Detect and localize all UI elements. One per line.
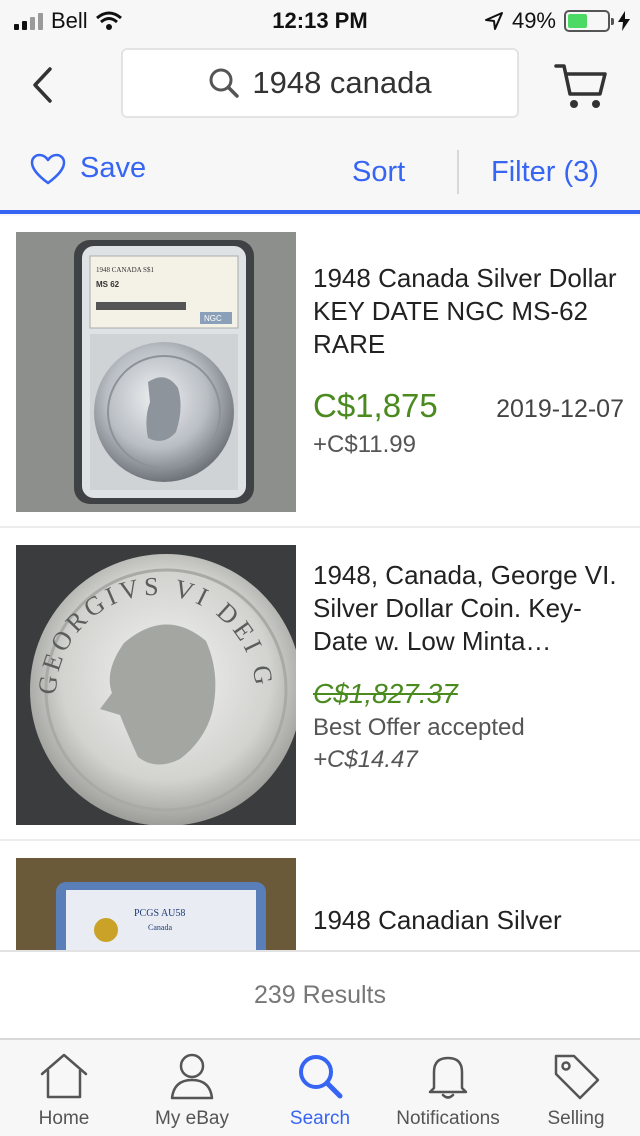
tab-selling[interactable]: Selling: [512, 1052, 640, 1130]
search-icon: [299, 1055, 343, 1099]
status-bar: Bell 12:13 PM 49%: [0, 0, 640, 40]
back-button[interactable]: [24, 62, 60, 108]
battery-percent: 49%: [511, 8, 556, 33]
list-item[interactable]: GEORGIVS VI DEI GRATIA REX 1948, Canada,…: [0, 529, 640, 841]
search-icon: [209, 68, 240, 98]
list-item[interactable]: PCGS AU58 Canada 1948 Canadian Silver: [0, 842, 640, 950]
tab-label: Selling: [547, 1108, 605, 1129]
location-arrow-icon: [484, 12, 503, 30]
results-toolbar: Save Sort Filter (3): [0, 132, 640, 214]
battery-icon: [564, 10, 614, 32]
tab-bar: Home My eBay Search Notifications Sellin…: [0, 1038, 640, 1136]
item-price-sold: C$1,827.37: [313, 678, 458, 709]
save-label: Save: [80, 152, 147, 184]
tab-my-ebay[interactable]: My eBay: [128, 1052, 256, 1130]
results-count: 239 Results: [253, 980, 387, 1009]
tab-label: My eBay: [155, 1108, 229, 1129]
item-price: C$1,875: [313, 387, 438, 424]
bell-icon: [428, 1056, 468, 1099]
item-thumbnail[interactable]: 1948 CANADA S$1 MS 62 NGC: [16, 232, 296, 512]
tab-home[interactable]: Home: [0, 1052, 128, 1130]
home-icon: [40, 1053, 88, 1099]
search-query: 1948 canada: [252, 65, 432, 100]
sort-button[interactable]: Sort: [352, 156, 405, 189]
slab-sub-text: Canada: [148, 923, 172, 932]
filter-button[interactable]: Filter (3): [491, 156, 599, 189]
tab-notifications[interactable]: Notifications: [384, 1052, 512, 1130]
tab-label: Home: [38, 1108, 90, 1129]
slab-grade-text: MS 62: [96, 280, 120, 289]
item-date: 2019-12-07: [496, 395, 624, 423]
silver-dollar-image: GEORGIVS VI DEI GRATIA REX: [16, 545, 296, 825]
results-list[interactable]: 1948 CANADA S$1 MS 62 NGC 1948 Canada Si…: [0, 216, 640, 950]
tab-search[interactable]: Search: [256, 1052, 384, 1130]
slab-label-text: PCGS AU58: [134, 908, 185, 919]
charging-bolt-icon: [618, 11, 630, 31]
graded-coin-slab-image: 1948 CANADA S$1 MS 62 NGC: [16, 232, 296, 512]
slab-brand-text: NGC: [204, 314, 222, 323]
best-offer-note: Best Offer accepted: [313, 714, 525, 741]
item-shipping: +C$11.99: [313, 431, 416, 458]
tab-label: Search: [289, 1108, 351, 1129]
item-title[interactable]: 1948 Canadian Silver: [313, 904, 624, 937]
cart-icon: [554, 64, 607, 108]
search-header: 1948 canada: [0, 40, 640, 132]
results-count-bar: 239 Results: [0, 950, 640, 1038]
item-title[interactable]: 1948 Canada Silver Dollar KEY DATE NGC M…: [313, 262, 624, 361]
pcgs-slab-image: PCGS AU58 Canada: [16, 858, 296, 950]
status-right: 49%: [484, 8, 630, 34]
item-info: 1948, Canada, George VI. Silver Dollar C…: [313, 559, 624, 774]
toolbar-divider: [457, 150, 459, 194]
save-search-button[interactable]: Save: [30, 152, 146, 185]
search-input[interactable]: 1948 canada: [121, 48, 519, 118]
tab-label: Notifications: [396, 1108, 500, 1129]
item-shipping: +C$14.47: [313, 746, 418, 773]
item-info: 1948 Canadian Silver: [313, 904, 624, 937]
user-icon: [170, 1053, 214, 1100]
item-thumbnail[interactable]: GEORGIVS VI DEI GRATIA REX: [16, 545, 296, 825]
cart-button[interactable]: [552, 60, 612, 112]
slab-label-text: 1948 CANADA S$1: [96, 266, 154, 274]
heart-icon: [30, 153, 66, 184]
item-thumbnail[interactable]: PCGS AU58 Canada: [16, 858, 296, 950]
item-info: 1948 Canada Silver Dollar KEY DATE NGC M…: [313, 262, 624, 459]
chevron-left-icon: [33, 67, 52, 103]
tag-icon: [554, 1054, 600, 1100]
list-item[interactable]: 1948 CANADA S$1 MS 62 NGC 1948 Canada Si…: [0, 216, 640, 528]
item-title[interactable]: 1948, Canada, George VI. Silver Dollar C…: [313, 559, 624, 658]
